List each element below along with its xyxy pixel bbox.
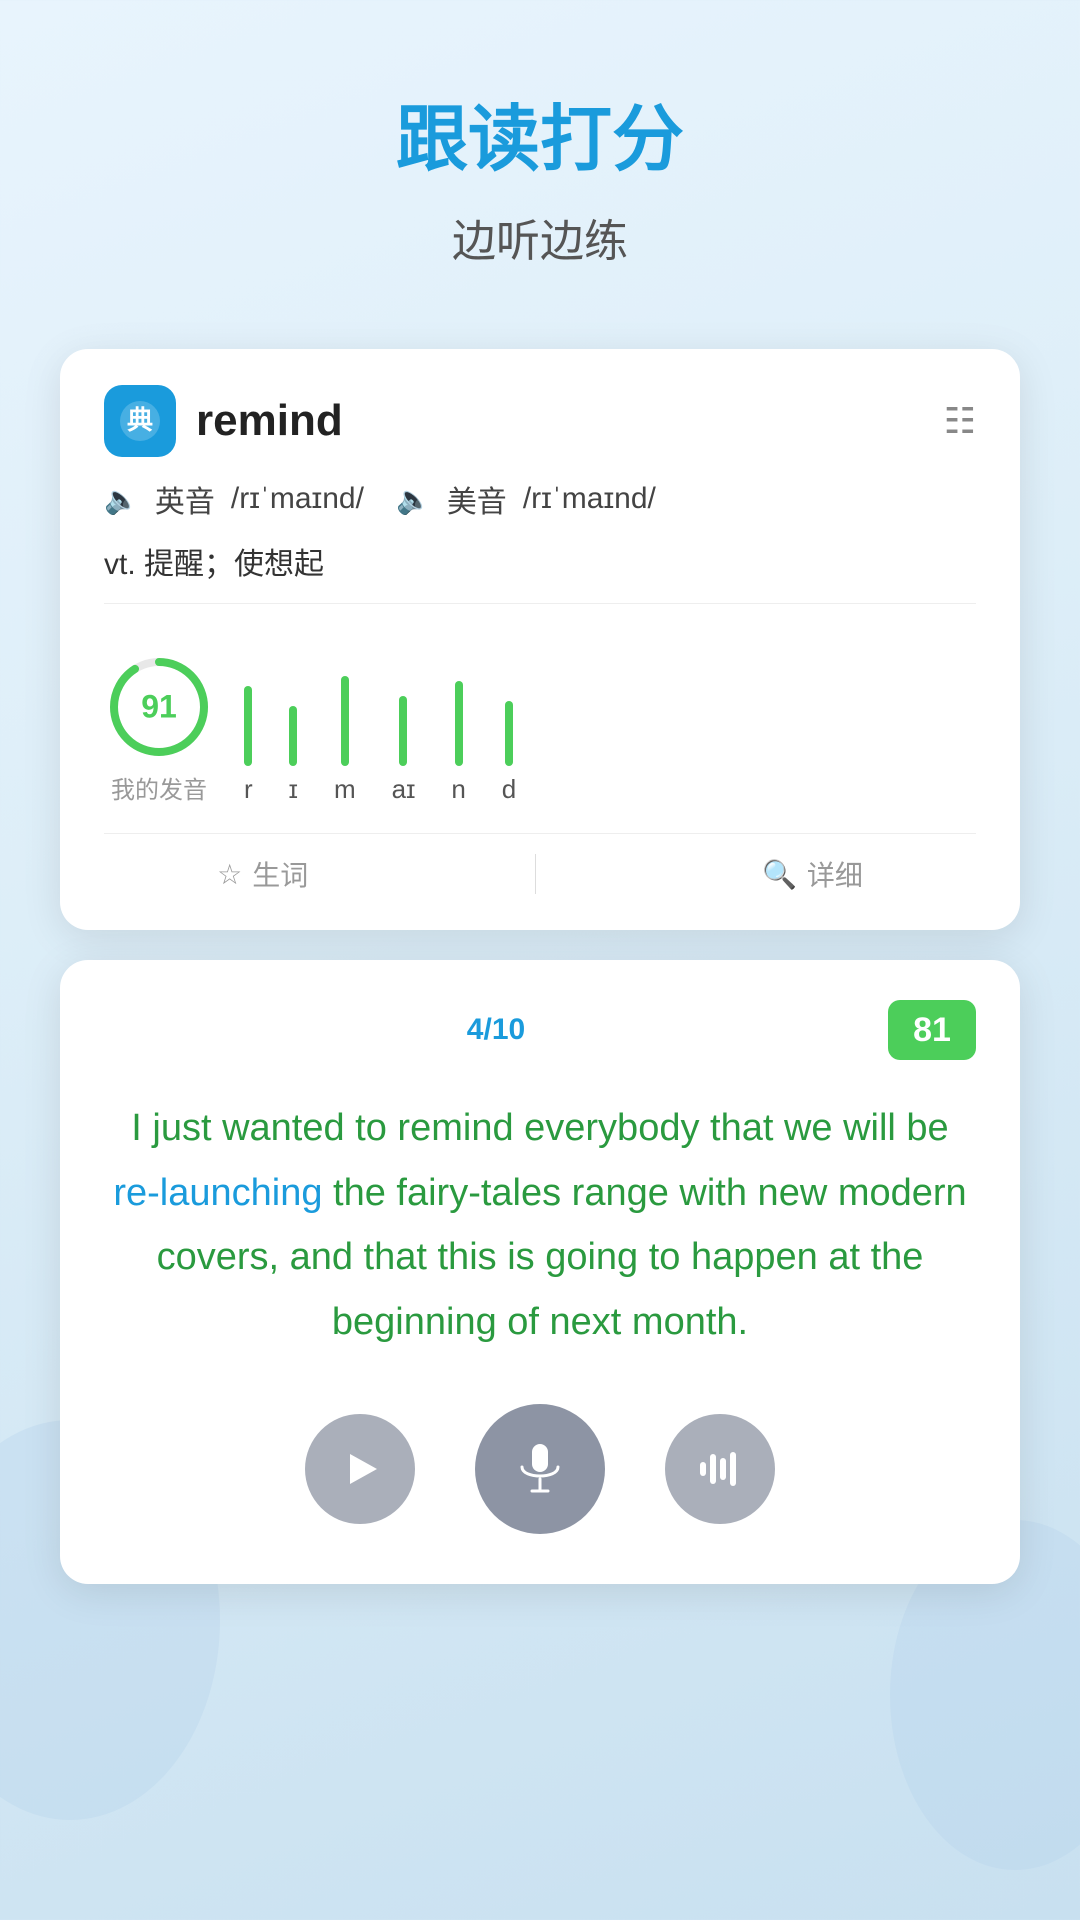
waveform-button[interactable] [665,1414,775,1524]
app-icon: 典 [104,385,176,457]
word-definition: vt. 提醒；使想起 [104,539,976,604]
svg-text:典: 典 [127,405,153,435]
phoneme-item-d: d [502,701,516,805]
detail-label: 详细 [807,854,863,894]
score-number: 91 [141,689,177,726]
highlight-word: re-launching [113,1172,322,1214]
progress-header: 4/10 81 [104,1000,976,1060]
progress-slash: / [483,1013,491,1046]
play-button[interactable] [305,1414,415,1524]
phoneme-item-m: m [334,676,356,805]
bar-i [289,706,297,766]
phoneme-item-i: ɪ [289,706,298,805]
vocabulary-label: 生词 [252,854,308,894]
bar-ai [399,696,407,766]
phoneme-item-ai: aɪ [392,696,416,805]
waveform-icon [695,1444,745,1494]
dictionary-card: 典 remind ☷ 🔈 英音 /rɪˈmaɪnd/ 🔈 美音 /rɪˈmaɪn… [60,349,1020,930]
phoneme-label-d: d [502,774,516,805]
us-label: 美音 [447,477,507,521]
star-icon: ☆ [217,858,242,891]
score-circle: 91 [104,652,214,762]
bar-r [244,686,252,766]
dict-actions: ☆ 生词 🔍 详细 [104,854,976,894]
microphone-button[interactable] [475,1404,605,1534]
phoneme-label-m: m [334,774,356,805]
phonetics-row: 🔈 英音 /rɪˈmaɪnd/ 🔈 美音 /rɪˈmaɪnd/ [104,477,976,521]
us-phonetic: /rɪˈmaɪnd/ [523,482,656,516]
mic-icon [510,1439,570,1499]
progress-counter: 4/10 [104,1013,888,1047]
current-index: 4 [467,1013,484,1046]
page-subtitle: 边听边练 [452,205,628,269]
phoneme-label-n: n [451,774,465,805]
us-speaker-icon[interactable]: 🔈 [396,483,431,516]
uk-label: 英音 [155,477,215,521]
controls-row [104,1404,976,1534]
phoneme-item-r: r [244,686,253,805]
add-vocabulary-button[interactable]: ☆ 生词 [217,854,308,894]
search-icon: 🔍 [762,858,797,891]
phoneme-bars: r ɪ m aɪ n d [244,676,976,805]
reading-card: 4/10 81 I just wanted to remind everybod… [60,960,1020,1584]
score-label: 我的发音 [111,770,207,805]
word-display: remind [196,396,343,446]
action-divider [535,854,536,894]
phoneme-label-ai: aɪ [392,774,416,805]
play-icon [335,1444,385,1494]
total-count: 10 [492,1013,525,1046]
phoneme-label-i: ɪ [289,774,298,805]
dict-header-left: 典 remind [104,385,343,457]
phoneme-label-r: r [244,774,253,805]
uk-phonetic: /rɪˈmaɪnd/ [231,482,364,516]
bar-d [505,701,513,766]
bar-n [455,681,463,766]
bar-m [341,676,349,766]
phoneme-item-n: n [451,681,465,805]
score-circle-wrapper: 91 我的发音 [104,652,214,805]
doc-icon[interactable]: ☷ [944,400,976,442]
app-logo-icon: 典 [117,398,163,444]
page-title: 跟读打分 [396,80,684,185]
pronunciation-area: 91 我的发音 r ɪ m aɪ n [104,632,976,834]
reading-passage: I just wanted to remind everybody that w… [104,1096,976,1354]
reading-score-badge: 81 [888,1000,976,1060]
detail-button[interactable]: 🔍 详细 [762,854,863,894]
dict-header: 典 remind ☷ [104,385,976,457]
uk-speaker-icon[interactable]: 🔈 [104,483,139,516]
